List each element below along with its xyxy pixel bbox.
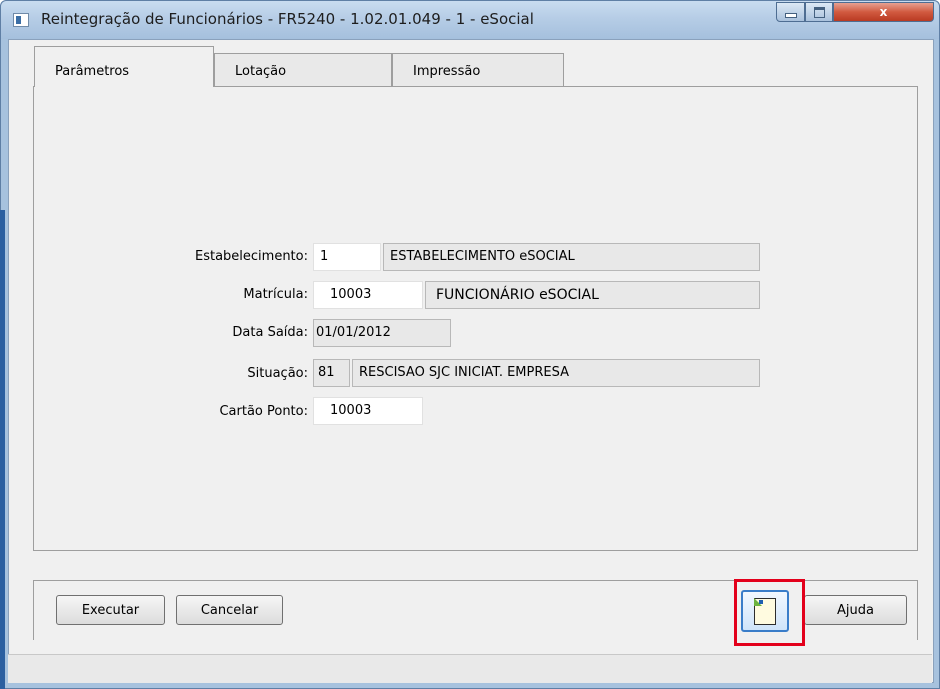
maximize-button[interactable]: [805, 2, 833, 22]
matricula-code-field[interactable]: 10003: [313, 281, 423, 309]
window-controls: x: [776, 2, 936, 23]
minimize-icon: [784, 13, 797, 18]
close-icon: x: [879, 5, 888, 19]
minimize-button[interactable]: [776, 2, 805, 22]
status-bar: [8, 654, 932, 683]
estabelecimento-code-field[interactable]: 1: [313, 243, 381, 271]
maximize-icon: [813, 7, 825, 18]
left-edge-accent: [0, 210, 5, 689]
situacao-label: Situação:: [247, 366, 308, 381]
ajuda-button[interactable]: Ajuda: [804, 595, 907, 625]
tab-impressao-label: Impressão: [413, 64, 481, 79]
situacao-code-field[interactable]: 81: [313, 359, 350, 387]
parametros-panel: [33, 86, 918, 551]
tab-lotacao[interactable]: Lotação: [214, 53, 392, 86]
close-button[interactable]: x: [833, 2, 934, 22]
situacao-description-field: RESCISAO SJC INICIAT. EMPRESA: [352, 359, 760, 387]
data-saida-field[interactable]: 01/01/2012: [313, 319, 451, 347]
estabelecimento-description-field: ESTABELECIMENTO eSOCIAL: [383, 243, 760, 271]
tab-strip: Parâmetros Lotação Impressão: [34, 46, 574, 87]
matricula-description-field: FUNCIONÁRIO eSOCIAL: [425, 281, 760, 309]
app-window-icon: [13, 13, 29, 27]
cartao-ponto-field[interactable]: 10003: [313, 397, 423, 425]
cancelar-button[interactable]: Cancelar: [176, 595, 283, 625]
cartao-ponto-label: Cartão Ponto:: [219, 404, 308, 419]
executar-button[interactable]: Executar: [56, 595, 165, 625]
tab-parametros-label: Parâmetros: [55, 64, 130, 79]
data-saida-label: Data Saída:: [232, 325, 308, 340]
highlight-box: [734, 579, 805, 646]
title-bar[interactable]: Reintegração de Funcionários - FR5240 - …: [1, 1, 939, 39]
estabelecimento-label: Estabelecimento:: [194, 249, 308, 264]
matricula-label: Matrícula:: [243, 287, 308, 302]
window-title: Reintegração de Funcionários - FR5240 - …: [41, 10, 534, 28]
tab-lotacao-label: Lotação: [235, 64, 287, 79]
tab-parametros[interactable]: Parâmetros: [34, 46, 214, 87]
tab-impressao[interactable]: Impressão: [392, 53, 564, 86]
